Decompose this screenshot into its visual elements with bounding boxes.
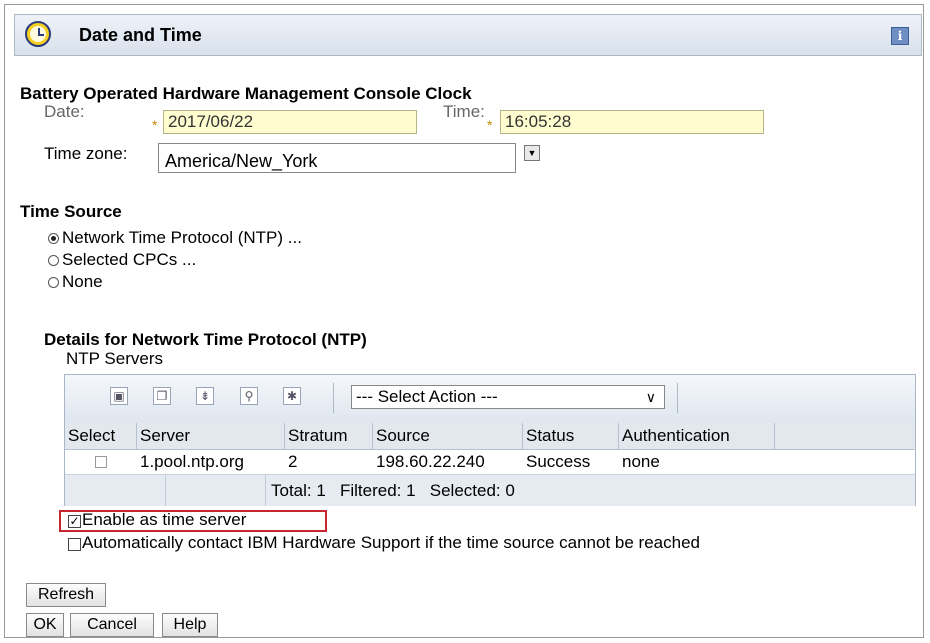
cancel-button[interactable]: Cancel bbox=[70, 613, 154, 637]
column-header-source[interactable]: Source bbox=[373, 423, 523, 449]
table-summary: Total: 1 Filtered: 1 Selected: 0 bbox=[271, 481, 515, 501]
column-header-status[interactable]: Status bbox=[523, 423, 619, 449]
select-action-label: --- Select Action --- bbox=[356, 387, 498, 406]
title-bar: Date and Time i bbox=[14, 14, 922, 56]
time-field[interactable]: 16:05:28 bbox=[500, 110, 764, 134]
configure-columns-icon[interactable]: ✱ bbox=[283, 387, 301, 405]
select-action-dropdown[interactable]: --- Select Action --- ∨ bbox=[351, 385, 665, 409]
ok-button[interactable]: OK bbox=[26, 613, 64, 637]
time-label: Time: bbox=[443, 102, 485, 121]
ntp-radio[interactable] bbox=[48, 233, 59, 244]
ntp-details-heading: Details for Network Time Protocol (NTP) bbox=[44, 330, 367, 349]
auto-contact-label: Automatically contact IBM Hardware Suppo… bbox=[82, 533, 700, 552]
column-header-stratum[interactable]: Stratum bbox=[285, 423, 373, 449]
column-header-select[interactable]: Select bbox=[65, 423, 137, 449]
table-row[interactable]: 1.pool.ntp.org 2 198.60.22.240 Success n… bbox=[65, 450, 915, 475]
select-all-icon[interactable]: ▣ bbox=[110, 387, 128, 405]
timezone-select[interactable]: America/New_York bbox=[158, 143, 516, 173]
none-radio-label: None bbox=[62, 272, 103, 291]
selected-cpcs-radio-label: Selected CPCs ... bbox=[62, 250, 197, 269]
cell-stratum: 2 bbox=[288, 452, 298, 471]
timezone-label: Time zone: bbox=[44, 144, 128, 163]
clock-icon bbox=[25, 21, 51, 47]
none-radio[interactable] bbox=[48, 277, 59, 288]
cell-server: 1.pool.ntp.org bbox=[140, 452, 244, 471]
date-required-marker: * bbox=[152, 117, 158, 133]
date-field[interactable]: 2017/06/22 bbox=[163, 110, 417, 134]
clear-filter-icon[interactable]: ⚲ bbox=[240, 387, 258, 405]
deselect-all-icon[interactable]: ❐ bbox=[153, 387, 171, 405]
ntp-radio-label: Network Time Protocol (NTP) ... bbox=[62, 228, 302, 247]
selected-cpcs-radio[interactable] bbox=[48, 255, 59, 266]
enable-time-server-label: Enable as time server bbox=[82, 510, 247, 529]
row-select-checkbox[interactable] bbox=[95, 456, 107, 468]
cell-status: Success bbox=[526, 452, 591, 471]
table-footer: Total: 1 Filtered: 1 Selected: 0 bbox=[65, 475, 915, 506]
filtered-count: Filtered: 1 bbox=[339, 481, 416, 500]
page-title: Date and Time bbox=[79, 25, 202, 45]
column-header-server[interactable]: Server bbox=[137, 423, 285, 449]
timezone-dropdown-button[interactable]: ▼ bbox=[524, 145, 540, 161]
column-header-authentication[interactable]: Authentication bbox=[619, 423, 775, 449]
selected-count: Selected: 0 bbox=[429, 481, 515, 500]
help-button[interactable]: Help bbox=[162, 613, 218, 637]
table-header: Select Server Stratum Source Status Auth… bbox=[65, 423, 915, 450]
refresh-button[interactable]: Refresh bbox=[26, 583, 106, 607]
filter-icon[interactable]: ⇟ bbox=[196, 387, 214, 405]
time-required-marker: * bbox=[487, 117, 493, 133]
enable-time-server-checkbox[interactable]: ✓ bbox=[68, 515, 81, 528]
auto-contact-checkbox[interactable] bbox=[68, 538, 81, 551]
clock-section-heading: Battery Operated Hardware Management Con… bbox=[20, 84, 472, 103]
total-count: Total: 1 bbox=[271, 481, 326, 500]
cell-authentication: none bbox=[622, 452, 660, 471]
table-toolbar: ▣ ❐ ⇟ ⚲ ✱ --- Select Action --- ∨ bbox=[65, 375, 915, 424]
info-icon[interactable]: i bbox=[891, 27, 909, 45]
time-source-heading: Time Source bbox=[20, 202, 122, 221]
ntp-servers-label: NTP Servers bbox=[66, 349, 163, 368]
ntp-servers-table: ▣ ❐ ⇟ ⚲ ✱ --- Select Action --- ∨ Select… bbox=[64, 374, 916, 506]
cell-source: 198.60.22.240 bbox=[376, 452, 485, 471]
date-label: Date: bbox=[44, 102, 85, 121]
chevron-down-icon: ∨ bbox=[645, 389, 656, 405]
